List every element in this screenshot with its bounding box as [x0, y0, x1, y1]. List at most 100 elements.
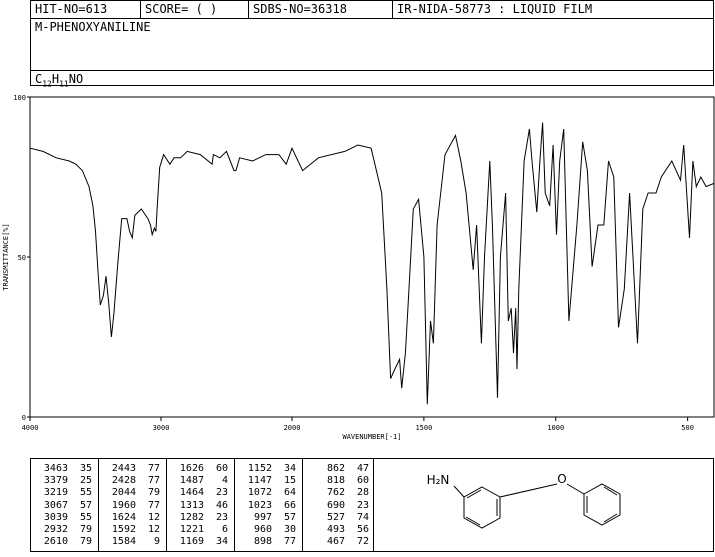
- peak-transmittance: 25: [79, 475, 92, 487]
- peak-wavenumber: 762: [326, 487, 345, 499]
- peak-transmittance: 9: [153, 536, 160, 548]
- peak-transmittance: 30: [283, 524, 296, 535]
- peak-transmittance: 64: [283, 487, 296, 499]
- peak-transmittance: 57: [283, 511, 296, 523]
- oxygen-label: O: [557, 472, 566, 486]
- peak-transmittance: 72: [356, 536, 369, 548]
- peak-wavenumber: 1282: [179, 511, 204, 523]
- peak-transmittance: 6: [221, 524, 228, 535]
- ir-spectrum-chart: 0 50 100 4000 3000 2000 1500 1000 500 TRANSMITT…: [2, 94, 715, 441]
- peak-transmittance: 4: [221, 475, 228, 487]
- peak-transmittance: 35: [79, 463, 92, 474]
- peak-transmittance: 77: [283, 536, 296, 548]
- peak-column: 1152 34 1147 15 1072 64 1023 66 997 57 960 30 898 77: [235, 459, 303, 551]
- peak-transmittance: 79: [79, 536, 92, 548]
- peak-wavenumber: 898: [253, 536, 272, 548]
- peak-wavenumber: 3463: [43, 463, 68, 474]
- peak-wavenumber: 2443: [111, 463, 136, 474]
- sdbs-number: SDBS-NO=36318: [249, 1, 393, 18]
- x-tick-label: 1500: [415, 424, 432, 432]
- y-tick-label: 0: [22, 414, 26, 422]
- peak-transmittance: 79: [79, 524, 92, 535]
- header-row: HIT-NO=613 SCORE= ( ) SDBS-NO=36318 IR-N…: [31, 1, 713, 19]
- peak-transmittance: 12: [147, 524, 160, 535]
- y-tick-label: 50: [18, 254, 26, 262]
- peak-transmittance: 77: [147, 463, 160, 474]
- formula-row: C12H11NO: [31, 70, 713, 88]
- x-axis-label: WAVENUMBER[-1]: [342, 433, 401, 441]
- y-tick-label: 100: [13, 94, 26, 102]
- peak-wavenumber: 3219: [43, 487, 68, 499]
- peak-column: 862 47 818 60 762 28 690 23 527 74 493 56 467 72: [303, 459, 375, 551]
- peak-wavenumber: 1960: [111, 499, 136, 511]
- peak-column: 1626 60 1487 4 1464 23 1313 46 1282 23 1221 6 1169 34: [167, 459, 235, 551]
- x-tick-label: 3000: [153, 424, 170, 432]
- peak-wavenumber: 2044: [111, 487, 136, 499]
- peak-wavenumber: 1626: [179, 463, 204, 474]
- peak-transmittance: 23: [215, 487, 228, 499]
- peak-wavenumber: 1023: [247, 499, 272, 511]
- ir-info: IR-NIDA-58773 : LIQUID FILM: [397, 2, 593, 16]
- x-tick-label: 1000: [547, 424, 564, 432]
- peak-wavenumber: 2610: [43, 536, 68, 548]
- peak-wavenumber: 2932: [43, 524, 68, 535]
- x-tick-label: 500: [681, 424, 694, 432]
- peak-wavenumber: 3039: [43, 511, 68, 523]
- peak-wavenumber: 1152: [247, 463, 272, 474]
- x-tick-label: 2000: [284, 424, 301, 432]
- peak-transmittance: 46: [215, 499, 228, 511]
- peak-wavenumber: 1147: [247, 475, 272, 487]
- peak-wavenumber: 3379: [43, 475, 68, 487]
- peak-column: 3463 35 3379 25 3219 55 3067 57 3039 55 2932 79 2610…: [31, 459, 99, 551]
- peak-wavenumber: 960: [253, 524, 272, 535]
- hit-number: HIT-NO=613: [31, 1, 141, 18]
- peak-wavenumber: 2428: [111, 475, 136, 487]
- peak-wavenumber: 1592: [111, 524, 136, 535]
- peak-transmittance: 23: [215, 511, 228, 523]
- y-axis-label: TRANSMITTANCE[%]: [2, 223, 10, 290]
- peak-wavenumber: 818: [326, 475, 345, 487]
- peak-wavenumber: 690: [326, 499, 345, 511]
- peak-transmittance: 56: [356, 524, 369, 535]
- peak-table: 3463 35 3379 25 3219 55 3067 57 3039 55 2932 79 2610…: [30, 458, 374, 552]
- peak-wavenumber: 1487: [179, 475, 204, 487]
- peak-wavenumber: 1624: [111, 511, 136, 523]
- peak-wavenumber: 1169: [179, 536, 204, 548]
- spectrum-line: [29, 122, 715, 405]
- peak-wavenumber: 997: [253, 511, 272, 523]
- peak-wavenumber: 1313: [179, 499, 204, 511]
- amine-label: H₂N: [427, 473, 450, 487]
- peak-transmittance: 15: [283, 475, 296, 487]
- peak-transmittance: 74: [356, 511, 369, 523]
- peak-transmittance: 23: [356, 499, 369, 511]
- m-phenoxyaniline-structure: H₂N O: [427, 472, 621, 529]
- peak-wavenumber: 3067: [43, 499, 68, 511]
- peak-transmittance: 34: [215, 536, 228, 548]
- peak-transmittance: 79: [147, 487, 160, 499]
- peak-wavenumber: 1584: [111, 536, 136, 548]
- peak-transmittance: 66: [283, 499, 296, 511]
- peak-transmittance: 34: [283, 463, 296, 474]
- peak-transmittance: 47: [356, 463, 369, 474]
- peak-wavenumber: 1464: [179, 487, 204, 499]
- x-tick-label: 4000: [22, 424, 39, 432]
- peak-wavenumber: 862: [326, 463, 345, 474]
- peak-wavenumber: 1072: [247, 487, 272, 499]
- aniline-ring: [463, 486, 501, 529]
- peak-wavenumber: 467: [326, 536, 345, 548]
- structure-panel: H₂N O: [374, 458, 714, 552]
- peak-transmittance: 57: [79, 499, 92, 511]
- peak-transmittance: 60: [215, 463, 228, 474]
- peak-column: 2443 77 2428 77 2044 79 1960 77 1624 12 1592 12 1584…: [99, 459, 167, 551]
- peak-wavenumber: 1221: [179, 524, 204, 535]
- peak-transmittance: 12: [147, 511, 160, 523]
- peak-transmittance: 55: [79, 511, 92, 523]
- compound-name: M-PHENOXYANILINE: [35, 20, 151, 34]
- peak-transmittance: 55: [79, 487, 92, 499]
- spectrum-header: HIT-NO=613 SCORE= ( ) SDBS-NO=36318 IR-N…: [30, 0, 714, 88]
- score: SCORE= ( ): [141, 1, 249, 18]
- peak-transmittance: 77: [147, 499, 160, 511]
- peak-wavenumber: 493: [326, 524, 345, 535]
- peak-wavenumber: 527: [326, 511, 345, 523]
- peak-transmittance: 60: [356, 475, 369, 487]
